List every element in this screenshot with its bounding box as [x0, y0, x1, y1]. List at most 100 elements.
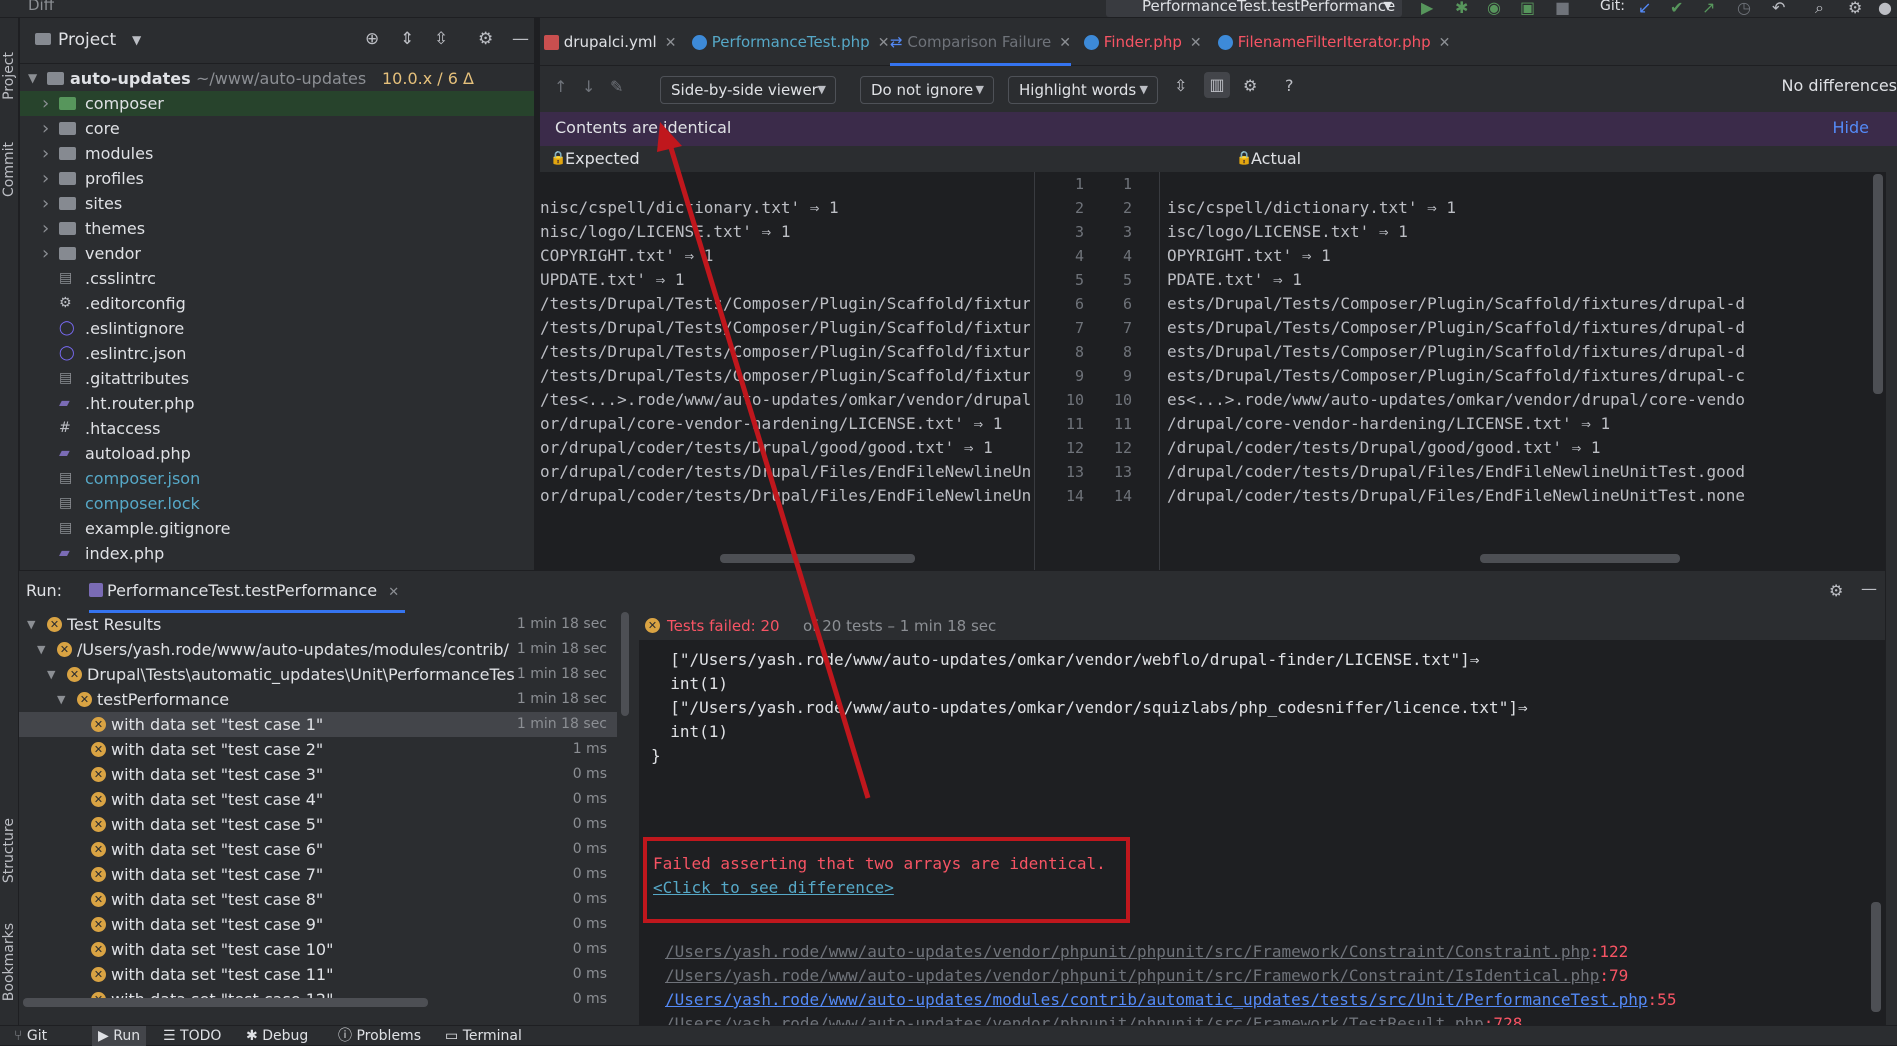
- stop-icon[interactable]: ■: [1555, 0, 1570, 17]
- expand-all-icon[interactable]: ⇕: [400, 29, 414, 49]
- user-icon[interactable]: ●: [1878, 0, 1892, 17]
- test-tree-row[interactable]: ✕with data set "test case 7"0 ms: [19, 862, 617, 887]
- run-tab[interactable]: PerformanceTest.testPerformance ✕: [89, 571, 405, 613]
- tree-item[interactable]: ›vendor: [20, 241, 534, 266]
- tree-item[interactable]: ▤.gitattributes: [20, 366, 534, 391]
- test-tree-row[interactable]: ✕with data set "test case 2"1 ms: [19, 737, 617, 762]
- gear-icon[interactable]: ⚙: [1829, 581, 1843, 600]
- project-tool-button[interactable]: Project: [1, 52, 17, 100]
- tree-hscrollbar[interactable]: [23, 998, 428, 1007]
- help-icon[interactable]: ?: [1285, 76, 1294, 95]
- chevron-right-icon[interactable]: ›: [42, 191, 49, 216]
- tree-item[interactable]: #.htaccess: [20, 416, 534, 441]
- gear-icon[interactable]: ⚙: [478, 29, 493, 49]
- tab-performance-test[interactable]: PerformanceTest.php✕: [692, 18, 889, 66]
- tab-filename-filter-iterator[interactable]: FilenameFilterIterator.php✕: [1218, 18, 1450, 66]
- collapse-unchanged-icon[interactable]: ⇳: [1174, 76, 1187, 95]
- chevron-down-icon[interactable]: ▼: [57, 687, 65, 712]
- test-tree-row[interactable]: ✕with data set "test case 3"0 ms: [19, 762, 617, 787]
- test-tree-row[interactable]: ✕with data set "test case 4"0 ms: [19, 787, 617, 812]
- search-icon[interactable]: ⌕: [1815, 0, 1824, 18]
- ignore-select[interactable]: Do not ignore▼: [860, 76, 994, 104]
- collapse-all-icon[interactable]: ⇳: [434, 29, 448, 49]
- commit-tool-button[interactable]: Commit: [1, 142, 17, 197]
- tab-finder[interactable]: Finder.php✕: [1084, 18, 1202, 66]
- tree-item[interactable]: ›sites: [20, 191, 534, 216]
- debug-icon[interactable]: ✱: [1455, 0, 1468, 17]
- previous-difference-icon[interactable]: ↑: [554, 77, 567, 96]
- chevron-down-icon[interactable]: ▼: [132, 33, 141, 47]
- structure-tool-button[interactable]: Structure: [1, 818, 17, 883]
- test-tree-row[interactable]: ✕with data set "test case 10"0 ms: [19, 937, 617, 962]
- minimize-icon[interactable]: —: [512, 29, 529, 49]
- expected-hscrollbar[interactable]: [720, 554, 915, 563]
- close-icon[interactable]: ✕: [1439, 35, 1451, 51]
- coverage-icon[interactable]: ▣: [1520, 0, 1535, 17]
- tree-item[interactable]: ›themes: [20, 216, 534, 241]
- tree-item[interactable]: ▤composer.json: [20, 466, 534, 491]
- run-configuration-selector[interactable]: PerformanceTest.testPerformance ▼: [1106, 0, 1402, 17]
- console-scrollbar[interactable]: [1871, 902, 1881, 1012]
- minimize-icon[interactable]: —: [1861, 579, 1877, 598]
- see-difference-link[interactable]: <Click to see difference>: [653, 878, 894, 897]
- terminal-tool-button[interactable]: ▭ Terminal: [445, 1026, 522, 1046]
- project-panel-title[interactable]: Project: [58, 30, 116, 50]
- chevron-down-icon[interactable]: ▼: [28, 66, 37, 91]
- close-icon[interactable]: ✕: [1059, 35, 1071, 51]
- tree-item[interactable]: ›profiles: [20, 166, 534, 191]
- close-icon[interactable]: ✕: [1190, 35, 1202, 51]
- settings-icon[interactable]: ⚙: [1848, 0, 1862, 17]
- hide-banner-link[interactable]: Hide: [1833, 118, 1869, 137]
- chevron-down-icon[interactable]: ▼: [47, 662, 55, 687]
- git-update-icon[interactable]: ↙: [1638, 0, 1651, 17]
- history-icon[interactable]: ◷: [1737, 0, 1751, 17]
- sync-scroll-icon[interactable]: ▥: [1204, 72, 1230, 98]
- git-commit-icon[interactable]: ✔: [1670, 0, 1683, 17]
- tab-comparison-failure[interactable]: ⇄ Comparison Failure✕: [890, 18, 1071, 66]
- close-icon[interactable]: ✕: [665, 35, 677, 51]
- locate-icon[interactable]: ⊕: [365, 29, 379, 49]
- problems-tool-button[interactable]: ⓘ Problems: [338, 1026, 421, 1046]
- close-icon[interactable]: ✕: [388, 585, 399, 600]
- test-tree-row[interactable]: ✕with data set "test case 8"0 ms: [19, 887, 617, 912]
- chevron-right-icon[interactable]: ›: [42, 166, 49, 191]
- chevron-down-icon[interactable]: ▼: [27, 612, 35, 637]
- actual-vscrollbar[interactable]: [1873, 174, 1883, 394]
- chevron-right-icon[interactable]: ›: [42, 216, 49, 241]
- actual-hscrollbar[interactable]: [1480, 554, 1680, 563]
- tree-item[interactable]: ▰autoload.php: [20, 441, 534, 466]
- stack-frame-link[interactable]: /Users/yash.rode/www/auto-updates/vendor…: [665, 966, 1599, 985]
- debug-tool-button[interactable]: ✱ Debug: [246, 1026, 308, 1046]
- tree-item[interactable]: ⚙.editorconfig: [20, 291, 534, 316]
- tree-item[interactable]: ›modules: [20, 141, 534, 166]
- todo-tool-button[interactable]: ☰ TODO: [163, 1026, 221, 1046]
- tree-vscrollbar[interactable]: [621, 612, 629, 716]
- gear-icon[interactable]: ⚙: [1243, 76, 1257, 95]
- chevron-right-icon[interactable]: ›: [42, 91, 49, 116]
- test-tree-row[interactable]: ▼✕/Users/yash.rode/www/auto-updates/modu…: [19, 637, 617, 662]
- tree-item[interactable]: ›composer: [20, 91, 534, 116]
- chevron-down-icon[interactable]: ▼: [37, 637, 45, 662]
- bookmarks-tool-button[interactable]: Bookmarks: [1, 923, 17, 1001]
- close-icon[interactable]: ✕: [878, 35, 890, 51]
- profile-icon[interactable]: ◉: [1487, 0, 1501, 17]
- test-tree-row[interactable]: ✕with data set "test case 9"0 ms: [19, 912, 617, 937]
- edit-icon[interactable]: ✎: [610, 77, 623, 96]
- tree-item[interactable]: ▰index.php: [20, 541, 534, 566]
- rollback-icon[interactable]: ↶: [1772, 0, 1785, 17]
- tab-drupalci[interactable]: drupalci.yml✕: [544, 18, 676, 66]
- tree-item[interactable]: ▰.ht.router.php: [20, 391, 534, 416]
- tree-item[interactable]: ◯.eslintrc.json: [20, 341, 534, 366]
- git-tool-button[interactable]: ⑂ Git: [14, 1026, 47, 1046]
- run-icon[interactable]: ▶: [1421, 0, 1433, 17]
- tree-item[interactable]: ▤example.gitignore: [20, 516, 534, 541]
- test-tree-row[interactable]: ▼✕testPerformance1 min 18 sec: [19, 687, 617, 712]
- viewer-select[interactable]: Side-by-side viewer▼: [660, 76, 836, 104]
- run-tool-button[interactable]: ▶ Run: [92, 1026, 146, 1046]
- test-tree-row[interactable]: ✕with data set "test case 11"0 ms: [19, 962, 617, 987]
- tree-item[interactable]: ▤.csslintrc: [20, 266, 534, 291]
- project-root-row[interactable]: ▼ auto-updates ~/www/auto-updates 10.0.x…: [20, 66, 534, 91]
- test-tree-row[interactable]: ▼✕Test Results1 min 18 sec: [19, 612, 617, 637]
- next-difference-icon[interactable]: ↓: [582, 77, 595, 96]
- tree-item[interactable]: ›core: [20, 116, 534, 141]
